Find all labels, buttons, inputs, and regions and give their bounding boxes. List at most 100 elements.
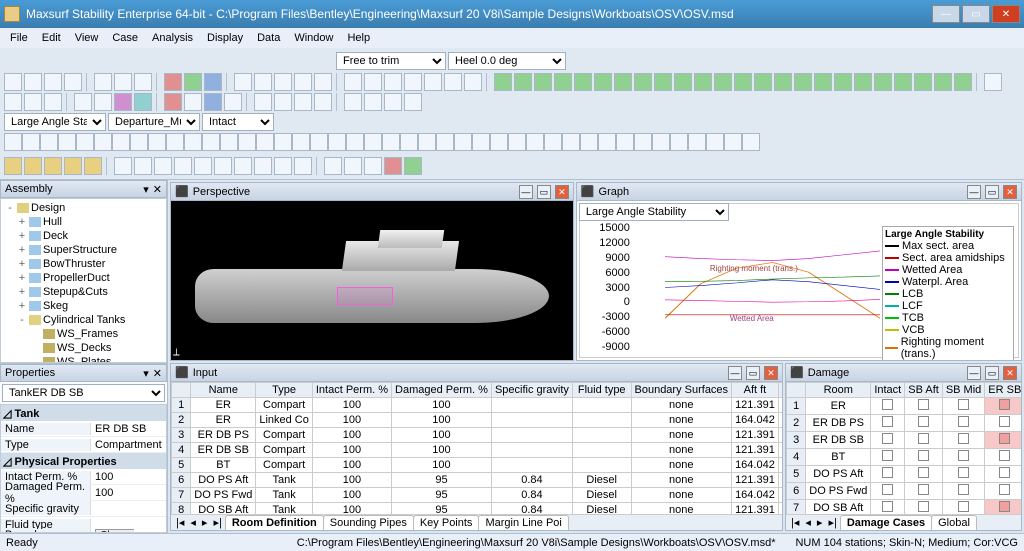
toolbar-button[interactable] [234,157,252,175]
column-header[interactable]: SB Mid [942,383,984,398]
table-row[interactable]: 7DO SB Aft [787,500,1022,515]
menu-view[interactable]: View [69,30,105,46]
column-header[interactable]: Name [191,383,256,398]
toolbar-button[interactable] [344,73,362,91]
toolbar-button[interactable] [834,73,852,91]
toolbar-button[interactable] [508,133,526,151]
tab-nav-last[interactable]: ▸| [210,516,224,529]
column-header[interactable]: Room [806,383,871,398]
toolbar-button[interactable] [544,133,562,151]
loadcase-combo[interactable]: Departure_Mud [108,113,200,131]
toolbar-button[interactable] [418,133,436,151]
toolbar-button[interactable] [346,133,364,151]
column-header[interactable]: ER SB [985,383,1021,398]
toolbar-button[interactable] [490,133,508,151]
toolbar-button[interactable] [652,133,670,151]
tree-item[interactable]: WS_Plates [3,355,164,363]
toolbar-button[interactable] [64,157,82,175]
toolbar-button[interactable] [914,73,932,91]
toolbar-button[interactable] [44,73,62,91]
toolbar-button[interactable] [734,73,752,91]
tab-sounding-pipes[interactable]: Sounding Pipes [323,515,414,530]
toolbar-button[interactable] [580,133,598,151]
table-row[interactable]: 1ERCompart100100none121.391164.042-26.24… [172,398,783,413]
tree-item[interactable]: +Deck [3,229,164,243]
toolbar-button[interactable] [134,93,152,111]
toolbar-button[interactable] [404,93,422,111]
toolbar-button[interactable] [574,73,592,91]
toolbar-button[interactable] [4,133,22,151]
toolbar-button[interactable] [514,73,532,91]
toolbar-button[interactable] [76,133,94,151]
toolbar-button[interactable] [554,73,572,91]
toolbar-button[interactable] [706,133,724,151]
toolbar-button[interactable] [114,73,132,91]
table-row[interactable]: 2ERLinked Co100100none164.042180.446-26.… [172,413,783,428]
column-header[interactable]: Intact Perm. % [312,383,391,398]
toolbar-button[interactable] [130,133,148,151]
damage-close-button[interactable]: ✕ [1003,366,1017,380]
toolbar-button[interactable] [164,73,182,91]
toolbar-button[interactable] [594,73,612,91]
toolbar-button[interactable] [774,73,792,91]
input-min-button[interactable]: ― [728,366,742,380]
column-header[interactable] [172,383,191,398]
toolbar-button[interactable] [274,73,292,91]
toolbar-button[interactable] [364,133,382,151]
table-row[interactable]: 4ER DB SBCompart100100none121.391164.042… [172,443,783,458]
table-row[interactable]: 1ER [787,398,1022,415]
graph-close-button[interactable]: ✕ [1003,185,1017,199]
assembly-dropdown-icon[interactable]: ▾ [143,183,149,196]
toolbar-button[interactable] [874,73,892,91]
toolbar-button[interactable] [294,157,312,175]
toolbar-button[interactable] [4,73,22,91]
toolbar-button[interactable] [494,73,512,91]
toolbar-button[interactable] [94,133,112,151]
dtab-nav-last[interactable]: ▸| [825,516,839,529]
tab-nav-next[interactable]: ▸ [199,516,211,529]
dtab-nav-prev[interactable]: ◂ [802,516,814,529]
toolbar-button[interactable] [44,157,62,175]
toolbar-button[interactable] [526,133,544,151]
column-header[interactable]: Fluid type [572,383,631,398]
menu-case[interactable]: Case [106,30,144,46]
toolbar-button[interactable] [4,93,22,111]
toolbar-button[interactable] [364,93,382,111]
toolbar-button[interactable] [194,157,212,175]
table-row[interactable]: 3ER DB PSCompart100100none121.391164.042… [172,428,783,443]
toolbar-button[interactable] [148,133,166,151]
toolbar-button[interactable] [184,133,202,151]
toolbar-button[interactable] [274,133,292,151]
tree-item[interactable]: -Design [3,201,164,215]
toolbar-button[interactable] [256,133,274,151]
toolbar-button[interactable] [274,157,292,175]
damage-max-button[interactable]: ▭ [985,366,999,380]
menu-help[interactable]: Help [341,30,376,46]
table-row[interactable]: 2ER DB PS [787,415,1022,432]
toolbar-button[interactable] [254,157,272,175]
toolbar-button[interactable] [954,73,972,91]
toolbar-button[interactable] [404,157,422,175]
toolbar-button[interactable] [40,133,58,151]
toolbar-button[interactable] [134,157,152,175]
dtab-nav-next[interactable]: ▸ [814,516,826,529]
toolbar-button[interactable] [254,73,272,91]
toolbar-button[interactable] [238,133,256,151]
perspective-close-button[interactable]: ✕ [555,185,569,199]
graph-min-button[interactable]: ― [967,185,981,199]
menu-file[interactable]: File [4,30,34,46]
toolbar-button[interactable] [794,73,812,91]
toolbar-button[interactable] [444,73,462,91]
table-row[interactable]: 6DO PS AftTank100950.84Dieselnone121.391… [172,473,783,488]
perspective-min-button[interactable]: ― [519,185,533,199]
property-grid[interactable]: ◿ TankNameER DB SBTypeCompartment◿ Physi… [0,404,167,533]
toolbar-button[interactable] [74,93,92,111]
graph-type-combo[interactable]: Large Angle Stability [579,203,729,221]
toolbar-button[interactable] [894,73,912,91]
toolbar-button[interactable] [694,73,712,91]
menu-data[interactable]: Data [251,30,286,46]
tab-key-points[interactable]: Key Points [413,515,480,530]
property-row[interactable]: NameER DB SB [1,421,166,437]
toolbar-button[interactable] [934,73,952,91]
toolbar-button[interactable] [202,133,220,151]
